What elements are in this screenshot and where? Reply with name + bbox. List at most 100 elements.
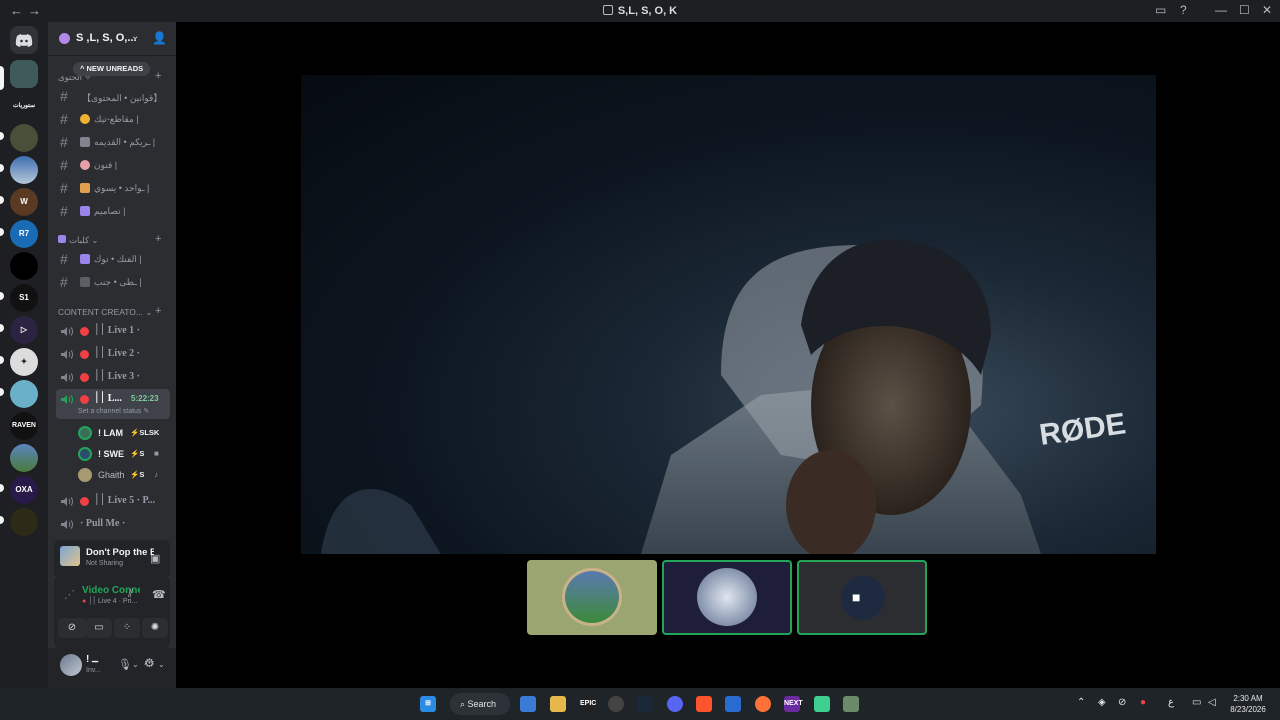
server-2[interactable]: ستوريات [10,92,38,120]
tray-app-icon[interactable]: ◈ [1098,697,1106,708]
user-name[interactable]: ! ــ [86,654,98,665]
disconnect-icon[interactable]: ☎ [152,588,166,601]
category-header[interactable]: كلبات ⌄ [58,235,99,246]
voice-channel-label: ׀׀ Live 1 · [94,325,140,336]
voice-user[interactable]: Ghaith ⚡S ♪ [78,465,170,485]
status-hint-text: Set a channel status [78,408,142,415]
discord-home-icon[interactable] [10,26,38,54]
microphone-icon[interactable]: 🎙 [118,658,132,671]
network-icon[interactable]: ▭ [1192,697,1201,708]
text-channel[interactable]: # ـواحد • يسوي | [56,178,170,198]
discord-taskbar-icon[interactable] [667,696,683,712]
text-channel[interactable]: # فنون | [56,155,170,175]
participant-tile[interactable] [527,560,657,635]
server-7[interactable] [10,252,38,280]
file-explorer-icon[interactable] [550,696,566,712]
server-11[interactable] [10,380,38,408]
voice-user[interactable]: ! SWE ⚡S ■ [78,444,170,464]
app-icon[interactable] [608,696,624,712]
server-6[interactable]: R7 [10,220,38,248]
server-8[interactable]: S1 [10,284,38,312]
unread-indicator [0,196,4,204]
activities-button[interactable]: ⁘ [114,618,140,638]
main-video-feed[interactable]: RØDE [301,75,1156,554]
avatar[interactable] [60,654,82,676]
taskbar-clock[interactable]: 2:30 AM 8/23/2026 [1222,693,1274,715]
add-channel-icon[interactable]: + [155,305,161,317]
server-current[interactable] [10,60,38,88]
brave-icon[interactable] [696,696,712,712]
app-icon[interactable] [814,696,830,712]
signal-icon[interactable]: ⋰ [64,588,75,601]
server-10[interactable]: ✦ [10,348,38,376]
server-9[interactable]: ▷ [10,316,38,344]
server-12[interactable]: RAVEN [10,412,38,440]
soundboard-button[interactable]: ✺ [142,618,168,638]
noise-suppression-icon[interactable]: ⫽ [128,588,133,601]
voice-timer: 5:22:23 [131,394,159,403]
windows-start-icon[interactable]: ⊞ [420,696,436,712]
epic-games-icon[interactable]: EPIC [580,696,596,712]
channel-status-hint[interactable]: Set a channel status ✎ [78,407,149,415]
participant-tile[interactable]: ■ [797,560,927,635]
video-stage: RØDE ■ [176,22,1280,688]
voice-channel[interactable]: ׀׀ Live 5 · P... [56,491,170,511]
voice-user[interactable]: ! LAM ⚡SLSK [78,423,170,443]
camera-off-button[interactable]: ⊘ [58,618,86,638]
voice-channel-active[interactable]: ׀׀ L... 5:22:23 Set a channel status ✎ [56,389,170,419]
add-channel-icon[interactable]: + [155,70,161,82]
voice-user-tag: ⚡S [130,470,145,479]
tray-app-icon[interactable]: ⊘ [1118,697,1126,708]
next-icon[interactable]: NEXT [784,696,803,712]
text-channel[interactable]: # مقاطع-تيك | [56,109,170,129]
new-unreads-pill[interactable]: ^ NEW UNREADS [73,62,151,76]
voice-user-name: Ghaith [98,470,125,480]
server-14[interactable]: OXA [10,476,38,504]
voice-channel-label: ׀׀ Live 3 · [94,371,140,382]
server-15[interactable] [10,508,38,536]
server-13[interactable] [10,444,38,472]
chevron-down-icon[interactable]: ⌄ [132,660,139,669]
text-channel[interactable]: # الفنك • توك | [56,249,170,269]
help-icon[interactable]: ? [1180,3,1187,17]
chevron-down-icon[interactable]: ⌄ [158,660,165,669]
language-indicator[interactable]: ع [1168,697,1174,708]
guild-icon [59,33,70,44]
voice-channel[interactable]: ׀׀ Live 3 · [56,367,170,387]
microphone-icon[interactable]: ● [1140,697,1146,708]
text-channel[interactable]: # ـطى • جنب | [56,272,170,292]
add-channel-icon[interactable]: + [155,233,161,245]
server-4[interactable] [10,156,38,184]
text-channel[interactable]: # تصاميم | [56,201,170,221]
avatar [78,426,92,440]
activity-subtitle: Not Sharing [86,560,123,567]
category-header[interactable]: CONTENT CREATO... ⌄ [58,307,153,318]
server-5[interactable]: W [10,188,38,216]
text-channel[interactable]: # ـريكم • القديمه | [56,132,170,152]
participant-tile[interactable] [662,560,792,635]
inbox-icon[interactable]: ▭ [1155,3,1166,17]
taskbar-search[interactable]: ⌕ Search [450,693,510,715]
category-emoji-icon [58,235,66,243]
guild-header[interactable]: S ,L, S, O,... ⌄ 👤 [48,22,176,56]
invite-icon[interactable]: 👤 [152,31,167,45]
screen-share-button[interactable]: ▭ [86,618,112,638]
chevron-up-icon[interactable]: ⌃ [1077,697,1085,708]
hash-icon: # [60,157,68,173]
app-icon[interactable] [725,696,741,712]
text-channel[interactable]: # 【قوانين • المحتوى】 [56,86,170,106]
close-icon[interactable]: ✕ [1262,3,1272,17]
settings-gear-icon[interactable]: ⚙ [144,656,155,670]
firefox-icon[interactable] [755,696,771,712]
widgets-icon[interactable] [520,696,536,712]
share-activity-icon[interactable]: ▣ [150,552,160,565]
app-icon[interactable] [843,696,859,712]
minimize-icon[interactable]: — [1215,3,1227,17]
voice-channel[interactable]: ׀׀ Live 1 · [56,321,170,341]
volume-icon[interactable]: ◁ [1208,697,1216,708]
voice-channel[interactable]: · Pull Me · [56,514,170,534]
steam-icon[interactable] [637,696,653,712]
voice-channel[interactable]: ׀׀ Live 2 · [56,344,170,364]
server-3[interactable] [10,124,38,152]
maximize-icon[interactable]: ☐ [1239,3,1250,17]
